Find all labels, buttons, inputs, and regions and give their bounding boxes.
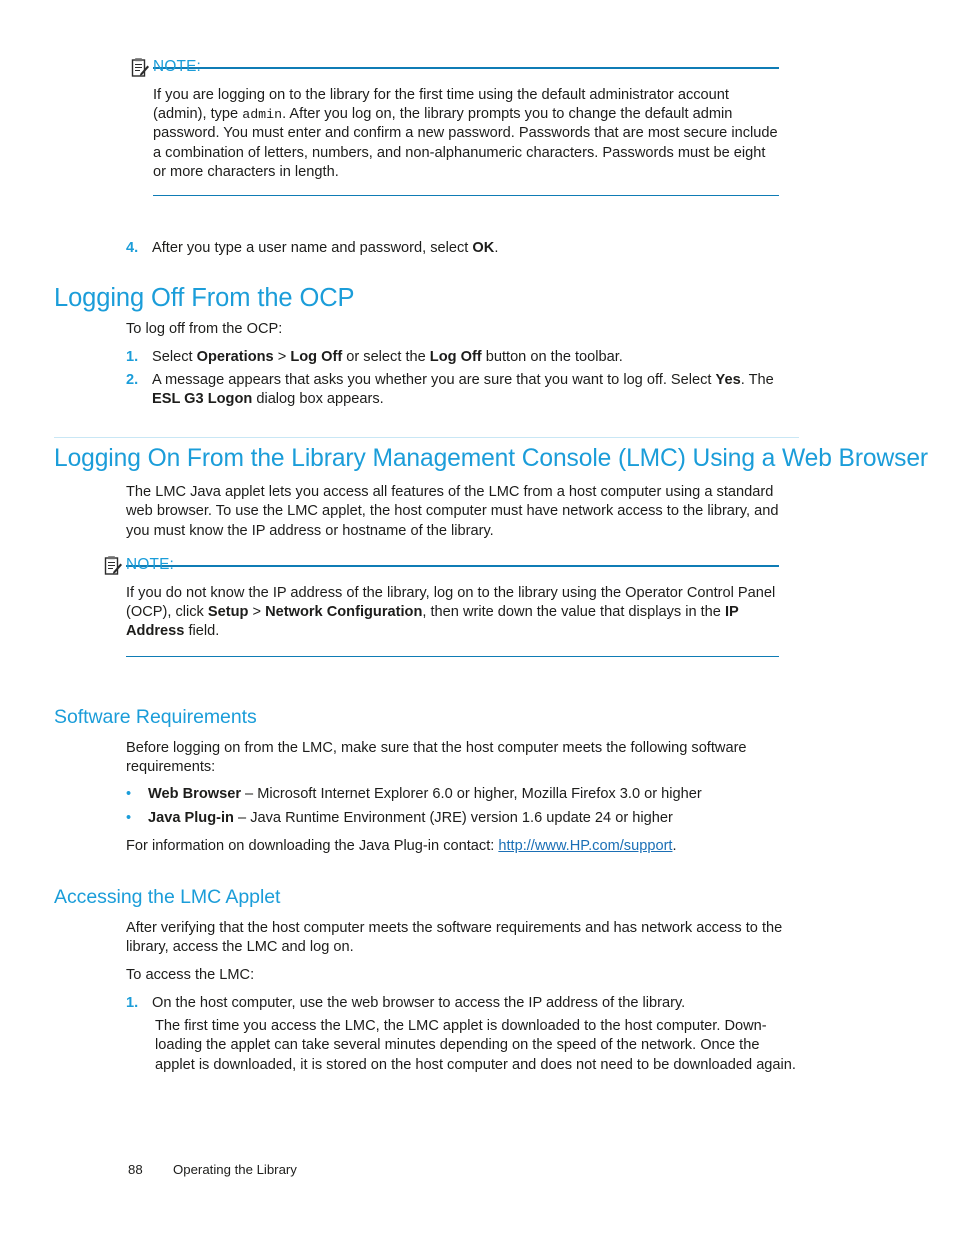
paragraph-accessing-applet-1: After verifying that the host computer m…: [126, 920, 783, 956]
seg: dialog box appears.: [252, 391, 384, 408]
section-divider-rule: [54, 437, 799, 438]
seg: A message appears that asks you whether …: [152, 372, 716, 388]
note-clipboard-icon: [131, 57, 150, 78]
bullet-bold-label: Web Browser: [148, 786, 241, 802]
paragraph-software-requirements-intro: Before logging on from the LMC, make sur…: [126, 740, 747, 776]
paragraph-step-detail: The first time you access the LMC, the L…: [155, 1018, 796, 1073]
note-bottom-rule: [153, 194, 779, 197]
step-text: On the host computer, use the web browse…: [152, 995, 686, 1011]
seg: . The: [740, 372, 774, 388]
seg-bold-network-configuration: Network Configuration: [265, 604, 423, 620]
seg: field.: [184, 623, 220, 640]
paragraph-log-off-intro: To log off from the OCP:: [126, 321, 283, 337]
bullet-rest: – Java Runtime Environment (JRE) version…: [233, 810, 673, 826]
bullet-bold-label: Java Plug-in: [148, 810, 234, 826]
seg: >: [273, 349, 291, 365]
heading-logging-on-from-lmc: Logging On From the Library Management C…: [54, 445, 929, 472]
note-header: NOTE:: [104, 555, 779, 579]
bullet-item-web-browser: • Web Browser – Microsoft Internet Explo…: [126, 785, 826, 804]
note-body-2: If you do not know the IP address of the…: [126, 579, 779, 642]
note-label: NOTE:: [153, 57, 202, 75]
seg: >: [248, 604, 266, 620]
step-text-bold-ok: OK: [472, 240, 495, 256]
seg: button on the toolbar.: [481, 349, 623, 365]
seg-bold-setup: Setup: [207, 604, 249, 620]
seg-bold-yes: Yes: [715, 372, 741, 388]
seg-bold-log-off: Log Off: [290, 349, 343, 365]
footer-chapter-title: Operating the Library: [173, 1162, 297, 1177]
paragraph-accessing-applet-2: To access the LMC:: [126, 967, 255, 983]
paragraph-lmc-intro: The LMC Java applet lets you access all …: [126, 484, 779, 539]
step-text-post: .: [494, 240, 499, 256]
step-number: 4.: [126, 240, 139, 256]
step-item-4: 4. After you type a user name and passwo…: [126, 239, 826, 258]
contact-pre-text: For information on downloading the Java …: [126, 838, 499, 854]
contact-post-text: .: [672, 838, 677, 854]
bullet-rest: – Microsoft Internet Explorer 6.0 or hig…: [241, 786, 702, 802]
bullet-item-java-plugin: • Java Plug-in – Java Runtime Environmen…: [126, 809, 826, 828]
note-header: NOTE:: [131, 57, 779, 81]
step-item-access-lmc-1: 1. On the host computer, use the web bro…: [126, 994, 826, 1013]
seg: or select the: [342, 349, 430, 365]
step-text-pre: After you type a user name and password,…: [152, 240, 473, 256]
document-page: NOTE: If you are logging on to the libra…: [0, 0, 954, 1235]
seg: Select: [152, 349, 197, 365]
page-footer: 88 Operating the Library: [128, 1162, 297, 1177]
note-bottom-rule: [126, 655, 779, 658]
step-text: Select Operations > Log Off or select th…: [152, 348, 623, 367]
paragraph-java-plugin-contact: For information on downloading the Java …: [126, 837, 826, 856]
bullet-marker: •: [126, 786, 132, 802]
bullet-text: Web Browser – Microsoft Internet Explore…: [148, 785, 702, 804]
step-text: After you type a user name and password,…: [152, 239, 498, 258]
hp-support-link[interactable]: http://www.HP.com/support: [498, 838, 672, 854]
seg-bold-operations: Operations: [196, 349, 274, 365]
seg: , then write down the value that display…: [422, 604, 725, 620]
seg-bold-esl-g3-logon: ESL G3 Logon: [152, 391, 253, 408]
heading-accessing-the-lmc-applet: Accessing the LMC Applet: [54, 886, 281, 908]
note-box-1: NOTE: If you are logging on to the libra…: [131, 58, 779, 197]
heading-logging-off-from-the-ocp: Logging Off From the OCP: [54, 284, 355, 312]
step-item-log-off-1: 1. Select Operations > Log Off or select…: [126, 348, 826, 367]
step-number: 1.: [126, 995, 139, 1011]
bullet-marker: •: [126, 810, 132, 826]
bullet-text: Java Plug-in – Java Runtime Environment …: [148, 809, 673, 828]
footer-page-number: 88: [128, 1162, 143, 1177]
seg-bold-log-off-2: Log Off: [429, 349, 482, 365]
note-box-2: NOTE: If you do not know the IP address …: [104, 556, 779, 658]
note-label: NOTE:: [126, 555, 175, 573]
step-number: 1.: [126, 349, 139, 365]
note-clipboard-icon: [104, 555, 123, 576]
note-body-1: If you are logging on to the library for…: [153, 81, 779, 183]
note-mono-admin: admin: [242, 107, 283, 122]
step-number: 2.: [126, 372, 139, 388]
step-text: A message appears that asks you whether …: [152, 371, 791, 410]
step-item-log-off-2: 2. A message appears that asks you wheth…: [126, 371, 791, 410]
heading-software-requirements: Software Requirements: [54, 706, 257, 728]
